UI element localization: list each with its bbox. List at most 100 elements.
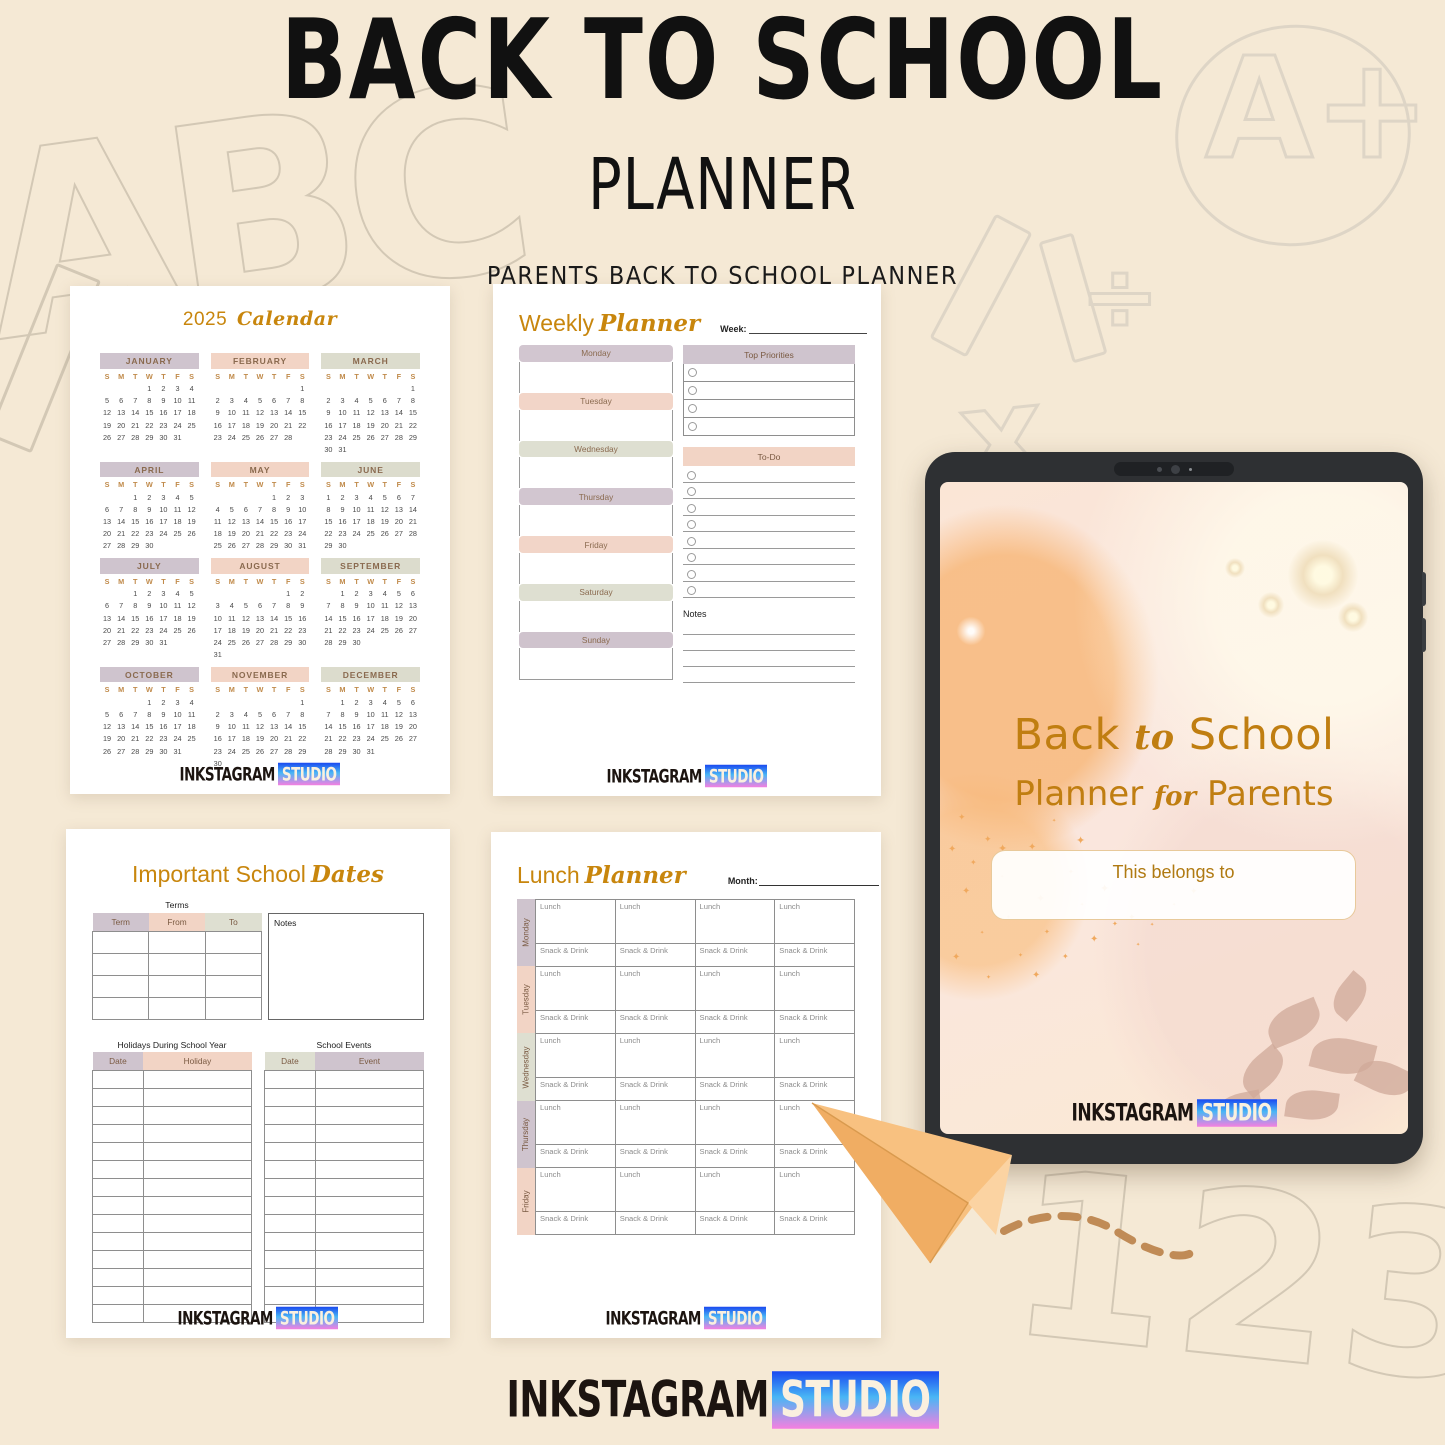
checkbox-circle-icon[interactable]	[687, 503, 696, 513]
snack-row[interactable]: Snack & Drink Snack & Drink Snack & Drink S…	[535, 1010, 855, 1034]
day-entry-area[interactable]	[519, 600, 673, 632]
lunch-cell[interactable]: Lunch	[694, 1167, 776, 1212]
table-cell[interactable]	[142, 1250, 253, 1269]
checkbox-circle-icon[interactable]	[687, 553, 696, 562]
todo-row[interactable]	[683, 466, 855, 483]
table-row[interactable]	[264, 1178, 425, 1197]
day-entry-area[interactable]	[519, 648, 673, 681]
month-field[interactable]: Month:	[728, 874, 879, 886]
table-row[interactable]	[92, 1124, 253, 1143]
lunch-cell[interactable]: Lunch	[535, 966, 616, 1011]
table-cell[interactable]	[142, 1070, 253, 1089]
note-line[interactable]	[683, 635, 855, 651]
table-row[interactable]	[92, 1214, 253, 1233]
table-cell[interactable]	[264, 1196, 316, 1215]
table-cell[interactable]	[148, 974, 206, 998]
table-cell[interactable]	[92, 1178, 144, 1197]
table-cell[interactable]	[92, 1124, 144, 1143]
todo-row[interactable]	[683, 499, 855, 516]
table-row[interactable]	[264, 1196, 425, 1215]
table-cell[interactable]	[264, 1106, 316, 1125]
table-cell[interactable]	[264, 1088, 316, 1107]
table-row[interactable]	[91, 930, 263, 954]
table-cell[interactable]	[264, 1142, 316, 1161]
table-cell[interactable]	[204, 952, 263, 976]
table-row[interactable]	[92, 1232, 253, 1251]
table-cell[interactable]	[264, 1232, 316, 1251]
table-cell[interactable]	[264, 1124, 316, 1143]
snack-cell[interactable]: Snack & Drink	[694, 1010, 776, 1034]
table-row[interactable]	[92, 1088, 253, 1107]
table-cell[interactable]	[92, 1268, 144, 1287]
lunch-row[interactable]: Lunch Lunch Lunch Lunch	[535, 1033, 855, 1078]
lunch-cell[interactable]: Lunch	[614, 1033, 696, 1078]
day-entry-area[interactable]	[519, 457, 673, 489]
snack-cell[interactable]: Snack & Drink	[694, 1144, 776, 1168]
snack-cell[interactable]: Snack & Drink	[535, 1144, 616, 1168]
table-cell[interactable]	[314, 1124, 425, 1143]
table-cell[interactable]	[148, 952, 206, 976]
todo-list[interactable]	[683, 466, 855, 598]
snack-cell[interactable]: Snack & Drink	[535, 1211, 616, 1235]
day-entry-area[interactable]	[519, 361, 673, 393]
table-cell[interactable]	[314, 1214, 425, 1233]
table-cell[interactable]	[142, 1106, 253, 1125]
todo-row[interactable]	[683, 516, 855, 532]
table-cell[interactable]	[92, 1250, 144, 1269]
lunch-cell[interactable]: Lunch	[694, 966, 776, 1011]
table-cell[interactable]	[142, 1214, 253, 1233]
snack-cell[interactable]: Snack & Drink	[774, 1010, 855, 1034]
day-band-saturday[interactable]: Saturday	[519, 583, 673, 601]
week-input[interactable]	[748, 322, 867, 334]
lunch-cell[interactable]: Lunch	[614, 966, 696, 1011]
table-cell[interactable]	[264, 1250, 316, 1269]
priority-row[interactable]	[684, 364, 854, 382]
lunch-cell[interactable]: Lunch	[535, 1167, 616, 1212]
table-cell[interactable]	[314, 1160, 425, 1179]
table-cell[interactable]	[314, 1142, 425, 1161]
table-cell[interactable]	[264, 1160, 316, 1179]
priority-row[interactable]	[684, 418, 854, 435]
snack-cell[interactable]: Snack & Drink	[694, 1211, 776, 1235]
table-row[interactable]	[264, 1160, 425, 1179]
table-cell[interactable]	[204, 930, 263, 954]
todo-row[interactable]	[683, 483, 855, 499]
todo-row[interactable]	[683, 582, 855, 598]
month-input[interactable]	[758, 874, 879, 886]
table-cell[interactable]	[314, 1286, 425, 1305]
table-cell[interactable]	[142, 1268, 253, 1287]
terms-notes-panel[interactable]: Notes	[268, 913, 424, 1020]
lunch-cell[interactable]: Lunch	[694, 1033, 776, 1078]
table-cell[interactable]	[92, 1088, 144, 1107]
belongs-to-field[interactable]: This belongs to	[991, 850, 1356, 920]
table-cell[interactable]	[314, 1196, 425, 1215]
table-row[interactable]	[264, 1124, 425, 1143]
table-row[interactable]	[91, 952, 263, 976]
lunch-row[interactable]: Lunch Lunch Lunch Lunch	[535, 899, 855, 944]
day-entry-area[interactable]	[519, 505, 673, 537]
table-cell[interactable]	[204, 974, 263, 998]
table-cell[interactable]	[264, 1268, 316, 1287]
lunch-cell[interactable]: Lunch	[614, 1167, 696, 1212]
day-entry-area[interactable]	[519, 409, 673, 441]
lunch-cell[interactable]: Lunch	[774, 899, 855, 944]
checkbox-circle-icon[interactable]	[687, 586, 696, 595]
table-cell[interactable]	[314, 1178, 425, 1197]
snack-cell[interactable]: Snack & Drink	[614, 1077, 696, 1101]
day-band-tuesday[interactable]: Tuesday	[519, 392, 673, 410]
day-band-sunday[interactable]: Sunday	[519, 631, 673, 649]
checkbox-circle-icon[interactable]	[688, 386, 697, 395]
table-cell[interactable]	[148, 996, 206, 1020]
weekly-planner-page[interactable]: Weekly Planner Week: Monday Tuesday Wednesd…	[493, 284, 881, 796]
events-table[interactable]: Date Event	[264, 1052, 425, 1323]
snack-row[interactable]: Snack & Drink Snack & Drink Snack & Drink S…	[535, 943, 855, 967]
table-cell[interactable]	[314, 1088, 425, 1107]
table-cell[interactable]	[91, 996, 150, 1020]
table-row[interactable]	[91, 996, 263, 1020]
table-cell[interactable]	[314, 1232, 425, 1251]
table-cell[interactable]	[142, 1160, 253, 1179]
top-priorities-list[interactable]	[683, 364, 855, 436]
table-cell[interactable]	[148, 930, 206, 954]
checkbox-circle-icon[interactable]	[688, 422, 697, 431]
note-line[interactable]	[683, 619, 855, 635]
